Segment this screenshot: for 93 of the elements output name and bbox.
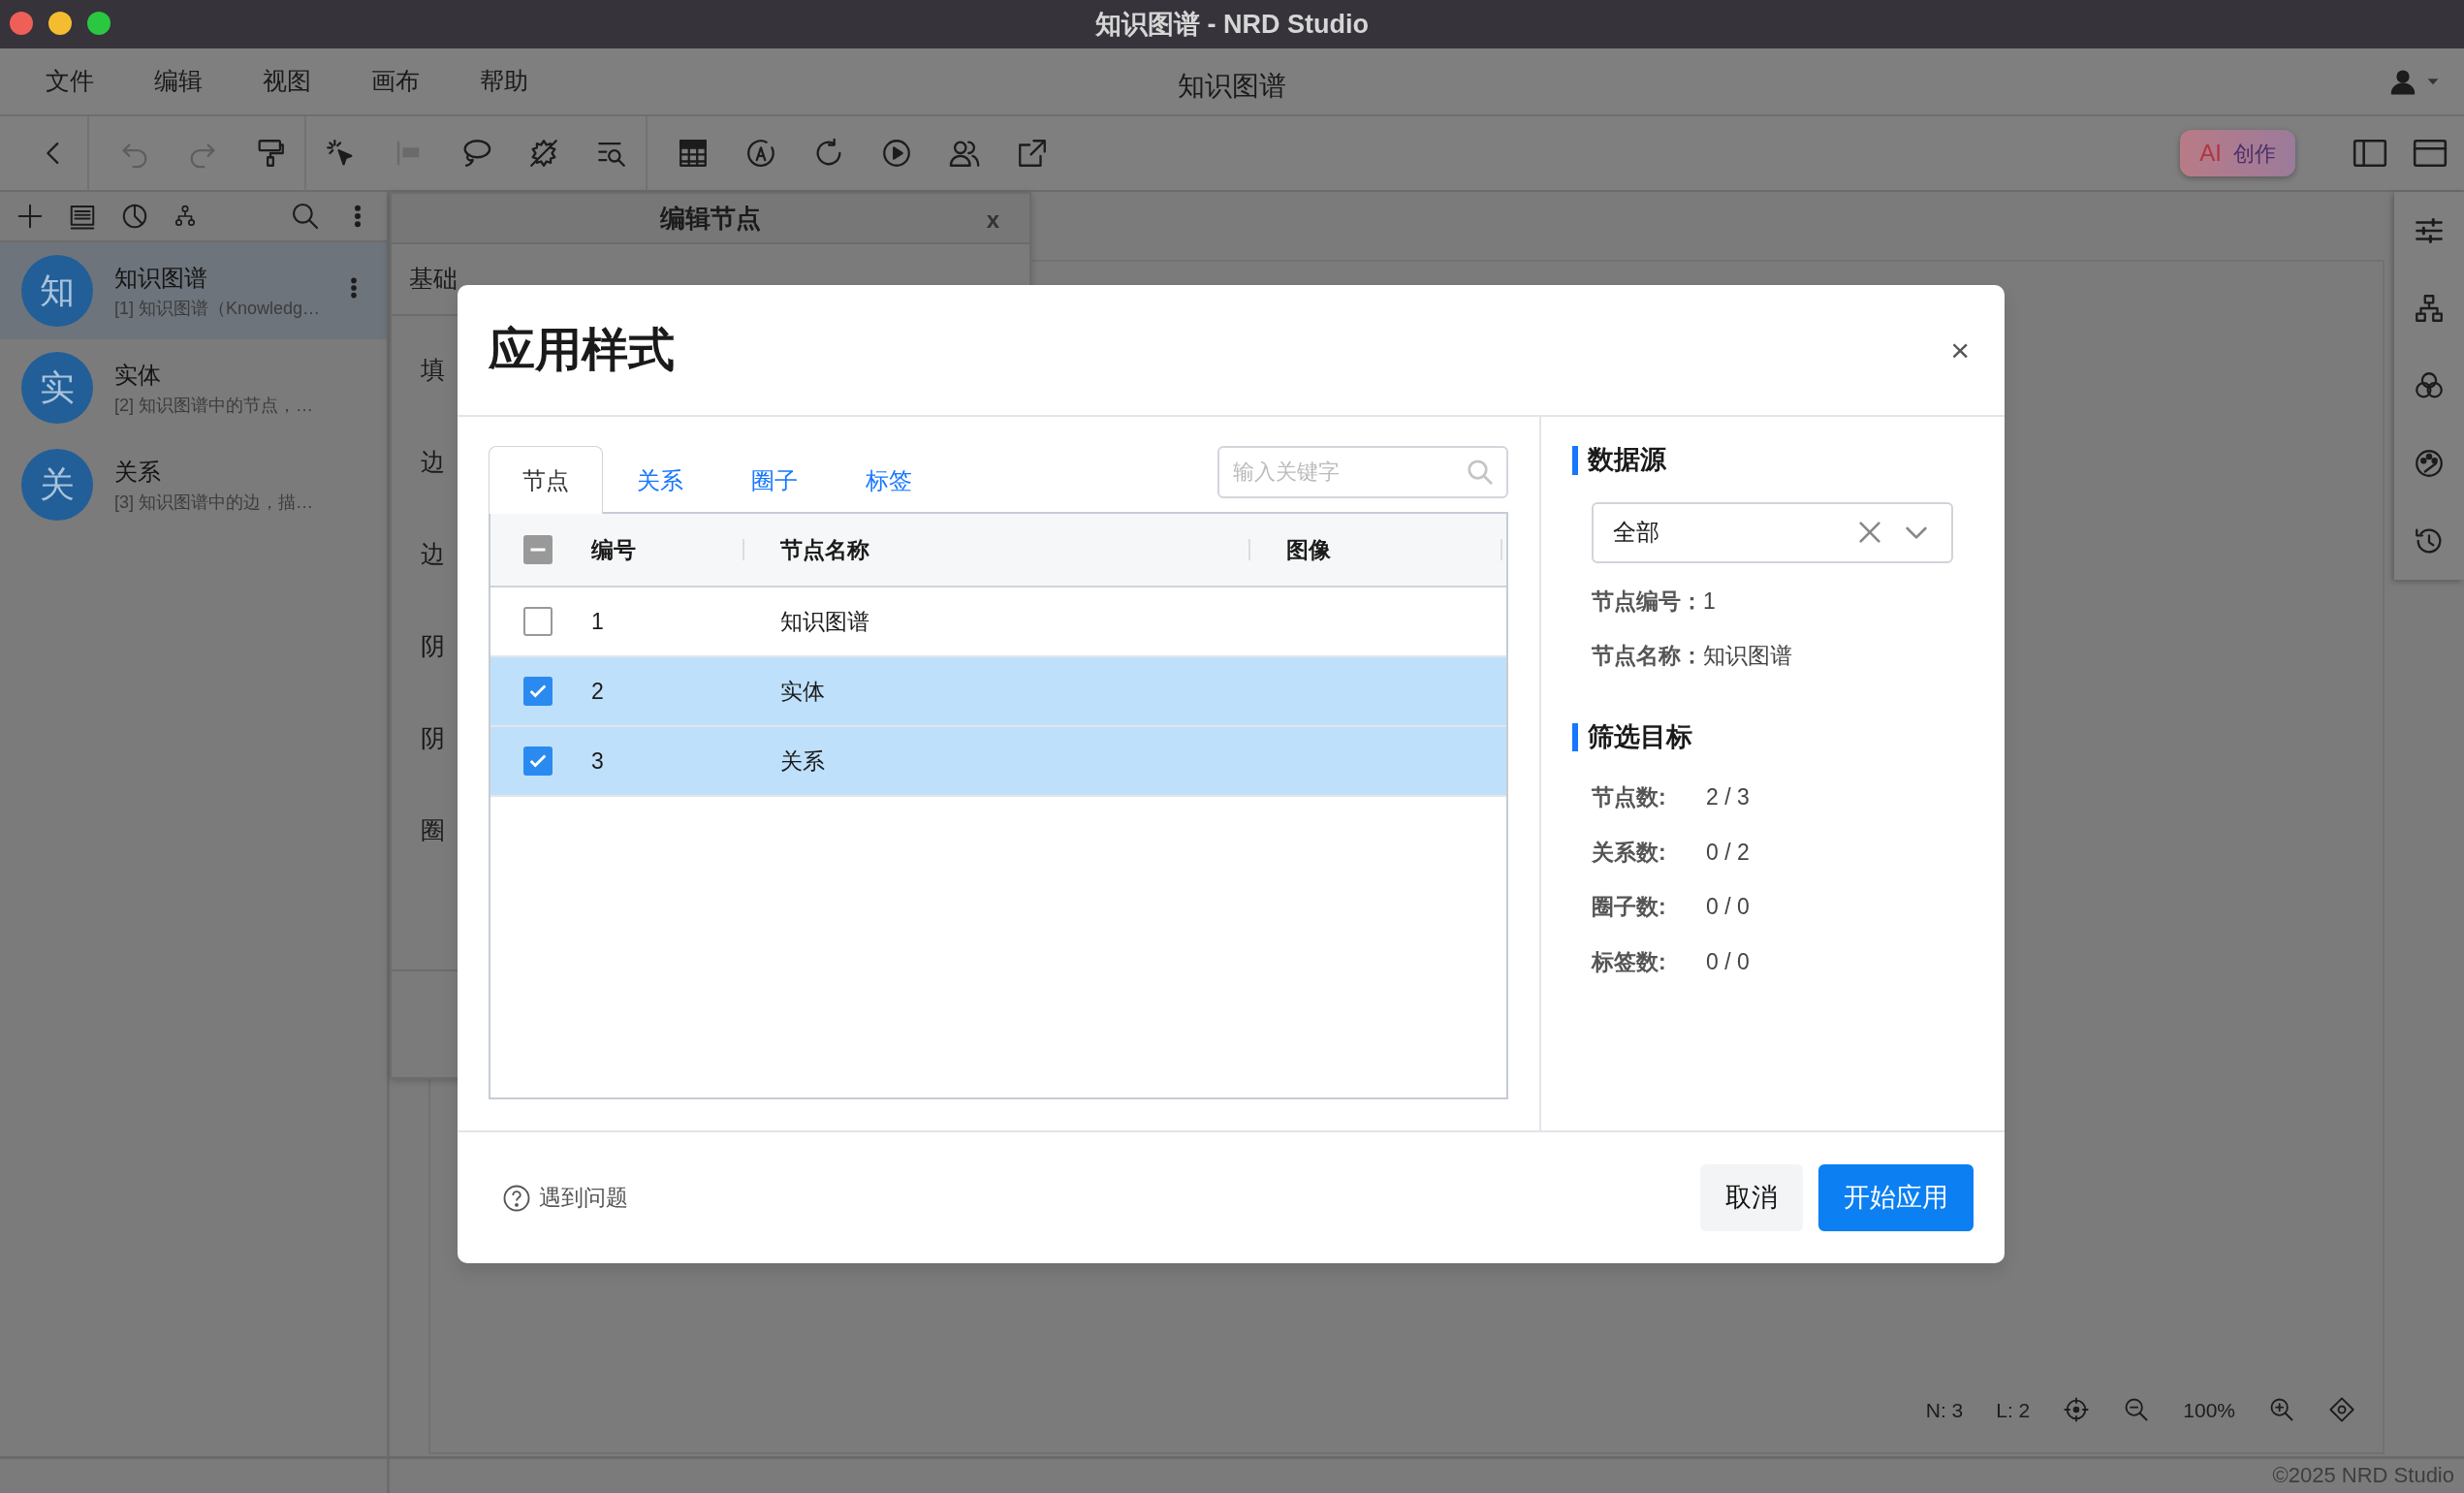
table-row[interactable]: 2 实体 — [490, 657, 1506, 727]
table-cell: 2 — [591, 678, 604, 704]
search-field[interactable]: 输入关键字 — [1217, 446, 1508, 498]
close-button[interactable]: x — [985, 202, 1000, 238]
item-description: [1] 知识图谱（Knowledg… — [114, 297, 321, 320]
text-circle-icon[interactable] — [744, 137, 777, 170]
magic-off-icon[interactable] — [527, 137, 560, 170]
help-icon — [502, 1183, 531, 1213]
stat-label: 节点数: — [1592, 783, 1667, 812]
tab[interactable]: 关系 — [603, 446, 717, 514]
sidebar-item[interactable]: 关 关系 [3] 知识图谱中的边，描… — [0, 436, 387, 533]
field-label: 圈 — [421, 814, 445, 845]
menu-item[interactable]: 帮助 — [450, 63, 558, 100]
window-control[interactable] — [48, 12, 72, 35]
link-count: L: 2 — [1996, 1397, 2031, 1423]
field-label: 边 — [421, 538, 445, 569]
tab[interactable]: 节点 — [489, 446, 603, 514]
checkbox[interactable] — [523, 746, 553, 776]
field-label: 填 — [421, 354, 445, 385]
panel-title: 编辑节点 — [660, 202, 761, 235]
source-select[interactable]: 全部 — [1592, 501, 1953, 563]
field-label: 阴 — [421, 630, 445, 661]
field-label: 节点名称： — [1592, 642, 1703, 671]
menu-item[interactable]: 编辑 — [124, 63, 233, 100]
section-heading: 筛选目标 — [1572, 722, 1974, 752]
table-cell: 知识图谱 — [780, 608, 869, 634]
tab[interactable]: 标签 — [832, 446, 946, 514]
minus-icon — [529, 548, 547, 552]
table-cell: 3 — [591, 747, 604, 774]
ai-create-button[interactable]: AI 创作 — [2180, 130, 2295, 176]
avatar: 实 — [21, 352, 93, 424]
stat-value: 0 / 0 — [1706, 947, 1750, 976]
zoom-level: 100% — [2183, 1397, 2235, 1423]
field-label: 阴 — [421, 722, 445, 753]
window-control[interactable] — [10, 12, 33, 35]
column-header: 编号 — [591, 536, 636, 562]
column-header: 节点名称 — [780, 536, 869, 562]
item-title: 关系 — [114, 457, 162, 487]
locate-icon[interactable] — [2063, 1396, 2091, 1424]
help-link[interactable]: 遇到问题 — [502, 1181, 628, 1215]
node-count: N: 3 — [1925, 1397, 1964, 1423]
avatar: 知 — [21, 255, 93, 327]
menu-item[interactable]: 画布 — [341, 63, 450, 100]
panel-tab[interactable]: 基础 — [409, 261, 458, 298]
window-title: 知识图谱 - NRD Studio — [1095, 8, 1369, 41]
stat-value: 0 / 0 — [1706, 893, 1750, 922]
stat-value: 0 / 2 — [1706, 838, 1750, 867]
stat-label: 标签数: — [1592, 947, 1667, 976]
item-description: [2] 知识图谱中的节点，… — [114, 394, 313, 417]
checkbox[interactable] — [523, 607, 553, 636]
field-label: 边 — [421, 446, 445, 477]
palette-icon[interactable] — [2413, 447, 2446, 480]
sidebar-item[interactable]: 实 实体 [2] 知识图谱中的节点，… — [0, 339, 387, 436]
cancel-button[interactable]: 取消 — [1700, 1164, 1803, 1231]
table-cell: 1 — [591, 608, 604, 634]
copyright: ©2025 NRD Studio — [0, 1456, 2464, 1493]
item-title: 实体 — [114, 360, 162, 390]
pie-chart-icon[interactable] — [120, 202, 149, 231]
add-icon[interactable] — [16, 202, 45, 231]
stat-label: 圈子数: — [1592, 893, 1667, 922]
export-icon[interactable] — [1016, 137, 1049, 170]
table-row[interactable]: 3 关系 — [490, 727, 1506, 797]
item-description: [3] 知识图谱中的边，描… — [114, 491, 313, 514]
menu-item[interactable]: 文件 — [16, 63, 124, 100]
select-value: 全部 — [1613, 518, 1659, 548]
hierarchy-icon[interactable] — [2413, 292, 2446, 325]
close-button[interactable]: × — [1946, 325, 1974, 375]
field-label: 节点编号： — [1592, 587, 1703, 616]
table-icon[interactable] — [677, 137, 710, 170]
field-value: 1 — [1703, 587, 1716, 616]
checkbox[interactable] — [523, 677, 553, 706]
section-heading: 数据源 — [1572, 446, 1974, 475]
dialog-title: 应用样式 — [489, 323, 675, 377]
tab[interactable]: 圈子 — [717, 446, 832, 514]
field-value: 知识图谱 — [1703, 642, 1792, 671]
diamond-icon[interactable] — [2328, 1396, 2355, 1424]
checkbox[interactable] — [523, 535, 553, 564]
stat-value: 2 / 3 — [1706, 783, 1750, 812]
user-icon[interactable] — [2388, 67, 2417, 96]
document-title: 知识图谱 — [1178, 70, 1286, 103]
search-icon[interactable] — [290, 201, 321, 232]
apply-button[interactable]: 开始应用 — [1818, 1164, 1974, 1231]
item-title: 知识图谱 — [114, 263, 208, 293]
column-header: 图像 — [1286, 536, 1331, 562]
stat-label: 关系数: — [1592, 838, 1667, 867]
table-cell: 实体 — [780, 678, 825, 704]
menu-item[interactable]: 视图 — [233, 63, 341, 100]
hierarchy-icon[interactable] — [173, 204, 198, 229]
window-control[interactable] — [87, 12, 111, 35]
avatar: 关 — [21, 449, 93, 521]
sidebar-item[interactable]: 知 知识图谱 [1] 知识图谱（Knowledg… — [0, 242, 387, 339]
play-icon[interactable] — [880, 137, 913, 170]
table-cell: 关系 — [780, 747, 825, 774]
